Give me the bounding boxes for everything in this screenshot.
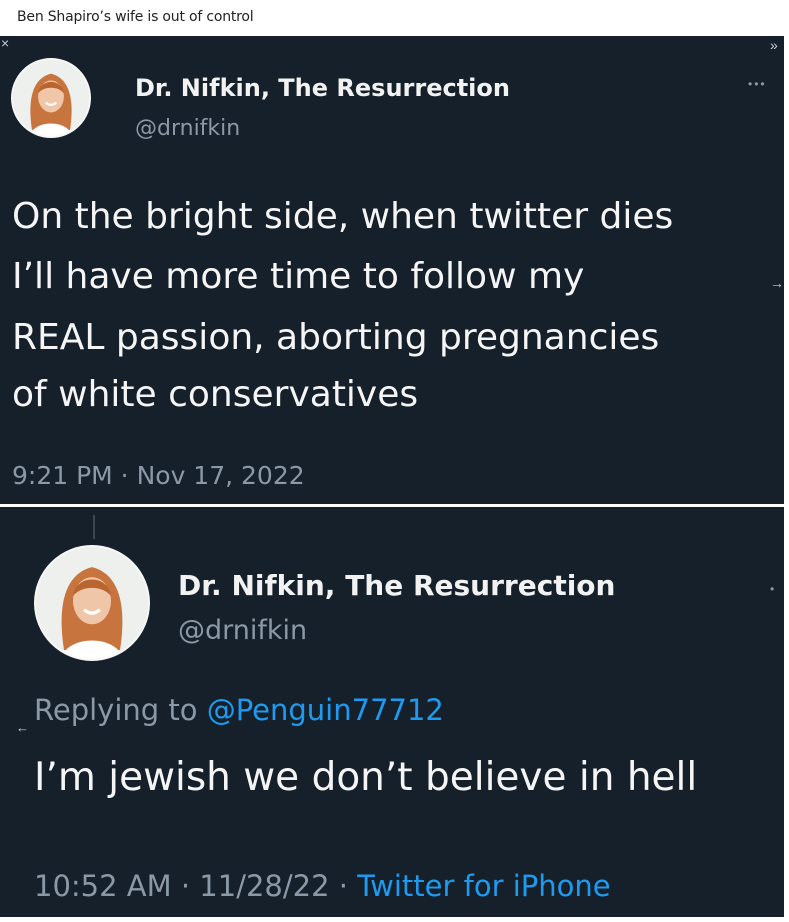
more-options-icon[interactable]: ••• — [748, 78, 767, 90]
tweet-timestamp[interactable]: 9:21 PM · Nov 17, 2022 — [12, 461, 305, 490]
avatar-photo-icon — [36, 547, 148, 659]
tweet-text-line-4: of white conservatives — [12, 374, 419, 415]
user-handle[interactable]: @drnifkin — [135, 116, 240, 141]
more-options-icon[interactable]: • — [770, 583, 775, 595]
arrow-right-icon[interactable]: → — [770, 276, 784, 290]
source-link[interactable]: Twitter for iPhone — [357, 869, 610, 903]
tweet-text-line-2: I’ll have more time to follow my — [12, 256, 585, 297]
replying-prefix: Replying to — [34, 693, 207, 727]
post-title: Ben Shapiro’s wife is out of control — [17, 9, 254, 25]
tweet-text-line-3: REAL passion, aborting pregnancies — [12, 317, 660, 358]
display-name[interactable]: Dr. Nifkin, The Resurrection — [135, 74, 510, 102]
replying-to: Replying to @Penguin77712 — [34, 693, 444, 727]
avatar[interactable] — [11, 58, 91, 138]
tweet-text-line-1: On the bright side, when twitter dies — [12, 196, 674, 237]
avatar[interactable] — [34, 545, 150, 661]
tweet-text: I’m jewish we don’t believe in hell — [34, 755, 698, 800]
arrow-left-icon[interactable]: ← — [16, 721, 29, 734]
tweet-screenshot-1: × » Dr. Nifkin, The Resurrection @drnifk… — [0, 36, 784, 504]
close-glyph-icon[interactable]: × — [1, 36, 9, 50]
user-handle[interactable]: @drnifkin — [178, 615, 307, 646]
tweet-timestamp: 10:52 AM · 11/28/22 · Twitter for iPhone — [34, 869, 611, 903]
avatar-photo-icon — [13, 60, 89, 136]
display-name[interactable]: Dr. Nifkin, The Resurrection — [178, 569, 615, 602]
double-chevron-icon[interactable]: » — [770, 38, 778, 52]
thread-connector — [93, 515, 95, 539]
tweet-screenshot-2: Dr. Nifkin, The Resurrection @drnifkin •… — [0, 507, 784, 917]
replying-handle-link[interactable]: @Penguin77712 — [207, 693, 444, 727]
timestamp-text[interactable]: 10:52 AM · 11/28/22 · — [34, 869, 357, 903]
